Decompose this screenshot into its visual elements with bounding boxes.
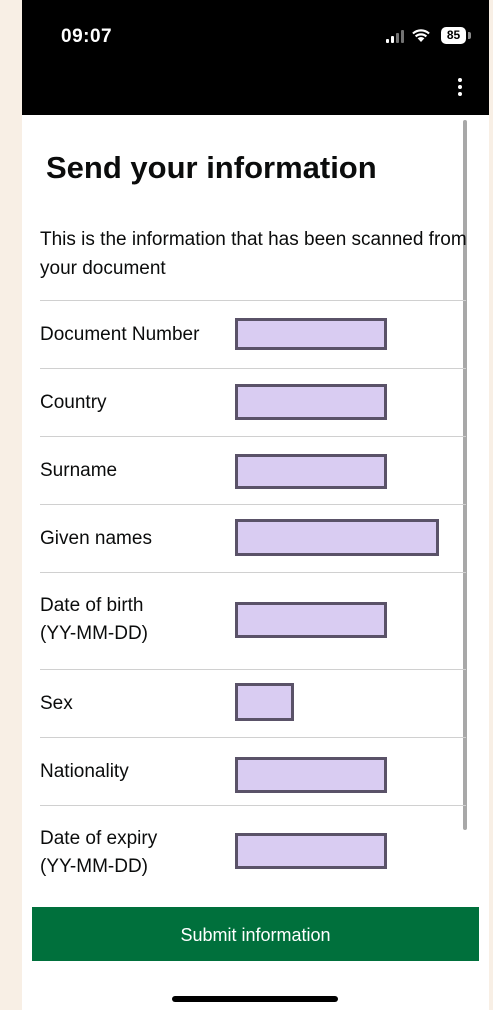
surname-field[interactable] [235,454,387,489]
date-of-birth-field[interactable] [235,602,387,638]
battery-icon: 85 [441,27,471,44]
submit-information-button[interactable]: Submit information [32,907,479,961]
field-row-document-number: Document Number [40,300,466,369]
intro-text: This is the information that has been sc… [40,229,467,279]
country-field[interactable] [235,384,387,420]
field-label: Nationality [40,761,129,782]
phone-screen: 09:07 85 Send your information This is t… [22,0,489,1010]
signal-icon [386,29,404,43]
document-number-field[interactable] [235,318,387,350]
field-label: Date of birth (YY-MM-DD) [40,595,149,644]
status-time: 09:07 [61,26,113,47]
battery-level: 85 [441,27,466,44]
field-row-date-of-birth: Date of birth (YY-MM-DD) [40,572,466,670]
given-names-field[interactable] [235,519,439,556]
field-label: Document Number [40,324,200,345]
field-row-nationality: Nationality [40,737,466,806]
sex-field[interactable] [235,683,294,721]
field-row-country: Country [40,368,466,437]
field-row-given-names: Given names [40,504,466,573]
field-row-date-of-expiry: Date of expiry (YY-MM-DD) [40,805,466,896]
field-label: Sex [40,693,73,714]
field-label: Country [40,392,107,413]
date-of-expiry-field[interactable] [235,833,387,869]
nationality-field[interactable] [235,757,387,793]
field-label: Date of expiry (YY-MM-DD) [40,828,158,877]
field-row-surname: Surname [40,436,466,505]
field-label: Given names [40,528,152,549]
field-row-sex: Sex [40,669,466,738]
field-label: Surname [40,460,118,481]
page-title: Send your information [46,150,377,185]
status-bar: 09:07 85 [22,0,489,115]
more-options-icon[interactable] [457,78,463,100]
home-indicator[interactable] [172,996,338,1002]
status-icons: 85 [381,27,471,45]
wifi-icon [412,29,430,42]
